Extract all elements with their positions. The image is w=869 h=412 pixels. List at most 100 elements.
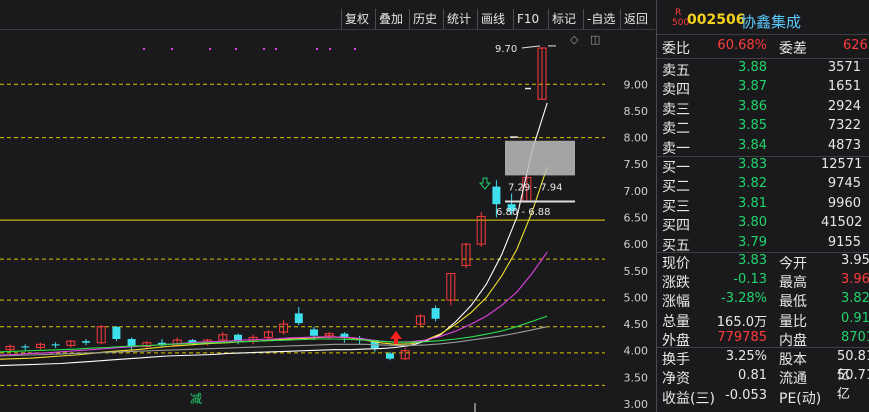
chart-toolbar: 复权 叠加 历史 统计 画线 F10 标记 -自选 返回 [0, 8, 655, 30]
signal-dot [263, 48, 265, 50]
ask-volume: 1651 [827, 79, 861, 95]
bid-price: 3.80 [738, 215, 767, 231]
bid-row[interactable]: 买四 3.80 41502 [657, 215, 869, 235]
ask-label: 卖二 [662, 121, 690, 138]
weibi-row: 委比 60.68% 委差 6265 [657, 38, 869, 58]
bid-label: 买四 [662, 218, 690, 235]
ask-price: 3.87 [738, 79, 767, 95]
y-tick-label: 7.50 [624, 158, 649, 171]
ask-row[interactable]: 卖四 3.87 1651 [657, 79, 869, 99]
candle-body [386, 353, 394, 359]
zone-upper-label: 7.29 - 7.94 [508, 183, 563, 194]
y-tick-label: 5.50 [624, 265, 649, 278]
back-button[interactable]: 返回 [620, 9, 651, 29]
remove-watchlist-button[interactable]: -自选 [583, 9, 618, 29]
draw-line-button[interactable]: 画线 [477, 9, 508, 29]
ask-row[interactable]: 卖三 3.86 2924 [657, 99, 869, 119]
weibi-value: 60.68% [717, 38, 767, 53]
fund-label-2: 流通 [779, 371, 807, 388]
candle-body [310, 329, 318, 336]
fuquan-button[interactable]: 复权 [341, 9, 372, 29]
ask-price: 3.86 [738, 98, 767, 114]
stat-label: 涨幅 [662, 294, 690, 311]
stat-row: 现价 3.83 今开 3.95 [657, 253, 869, 273]
weicha-label: 委差 [779, 41, 807, 57]
signal-dot [275, 48, 277, 50]
fund-value: -0.053 [725, 387, 767, 403]
y-tick-label: 8.00 [624, 132, 649, 145]
ask-price: 3.84 [738, 137, 767, 153]
y-tick-label: 8.50 [624, 105, 649, 118]
ask-label: 卖五 [662, 63, 690, 79]
stat-value: 779785 [717, 329, 767, 345]
candle-body [112, 326, 121, 339]
ask-row[interactable]: 卖二 3.85 7322 [657, 118, 869, 138]
ask-row[interactable]: 卖一 3.84 4873 [657, 138, 869, 158]
bid-row[interactable]: 买三 3.81 9960 [657, 196, 869, 216]
mark-button[interactable]: 标记 [548, 9, 579, 29]
stat-value: 165.0万 [716, 314, 767, 330]
stat-label-2: 最高 [779, 275, 807, 292]
stat-value: 3.83 [738, 253, 767, 268]
history-button[interactable]: 历史 [409, 9, 440, 29]
stat-value: -0.13 [733, 272, 767, 288]
stat-row: 涨跌 -0.13 最高 3.96 [657, 272, 869, 292]
candle-body [127, 338, 136, 347]
f10-button[interactable]: F10 [513, 9, 542, 29]
weibi-label: 委比 [662, 41, 690, 57]
candle-body [51, 344, 60, 346]
bid-price: 3.81 [738, 195, 767, 211]
weicha-value: 6265 [843, 38, 869, 53]
signal-dot [235, 48, 237, 50]
ask-volume: 2924 [827, 98, 861, 114]
candle-body [431, 308, 440, 319]
bid-volume: 12571 [821, 157, 863, 172]
fund-label: 换手 [662, 352, 690, 368]
stat-label-2: 最低 [779, 294, 807, 311]
ask-volume: 7322 [827, 118, 861, 134]
stat-label: 现价 [662, 256, 690, 272]
candle-body [21, 346, 30, 348]
bid-label: 买二 [662, 179, 690, 196]
candle-body [294, 313, 303, 324]
bid-label: 买一 [662, 160, 690, 176]
bid-volume: 9745 [827, 176, 861, 192]
ask-row[interactable]: 卖五 3.88 3571 [657, 60, 869, 80]
stock-header: R 500 002506 协鑫集成 [657, 0, 869, 34]
divider [657, 347, 869, 348]
bid-row[interactable]: 买一 3.83 12571 [657, 157, 869, 177]
ask-price: 3.85 [738, 118, 767, 134]
bid-row[interactable]: 买二 3.82 9745 [657, 176, 869, 196]
fund-value-2: - [837, 387, 842, 403]
signal-dot [171, 48, 173, 50]
overlay-button[interactable]: 叠加 [375, 9, 406, 29]
bid-price: 3.79 [738, 234, 767, 250]
y-tick-label: 9.00 [624, 78, 649, 91]
zone-lower-label: 6.80 - 6.88 [496, 207, 551, 218]
stat-value-2: 3.95 [841, 253, 869, 268]
bid-volume: 41502 [821, 215, 863, 231]
fund-label-2: 股本 [779, 352, 807, 368]
y-tick-label: 3.50 [624, 371, 649, 384]
bid-volume: 9960 [827, 195, 861, 211]
ask-label: 卖一 [662, 140, 690, 157]
signal-dot [329, 48, 331, 50]
moving-average-line [0, 166, 548, 360]
stat-row: 涨幅 -3.28% 最低 3.82 [657, 291, 869, 311]
quote-panel: R 500 002506 协鑫集成 委比 60.68% 委差 6265 卖五 3… [656, 0, 869, 412]
candlestick-chart[interactable]: 9.00 8.50 8.00 7.50 7.00 6.50 6.00 5.50 5.00 4.50… [0, 31, 655, 412]
y-tick-label: 4.50 [624, 318, 649, 331]
fund-label: 净资 [662, 371, 690, 388]
stock-code[interactable]: 002506 [687, 12, 745, 28]
bid-volume: 9155 [827, 234, 861, 250]
price-zone-box [505, 140, 575, 176]
stat-value-2: 870159 [841, 329, 869, 345]
ask-label: 卖四 [662, 82, 690, 99]
stat-label-2: 量比 [779, 313, 807, 330]
stats-button[interactable]: 统计 [443, 9, 474, 29]
fund-value: 3.25% [725, 349, 767, 364]
bid-price: 3.83 [738, 157, 767, 172]
fundamental-row: 净资 0.81 流通 50.71亿 [657, 368, 869, 402]
stock-name[interactable]: 协鑫集成 [741, 11, 801, 32]
max-price-label: 9.70 [495, 44, 517, 55]
